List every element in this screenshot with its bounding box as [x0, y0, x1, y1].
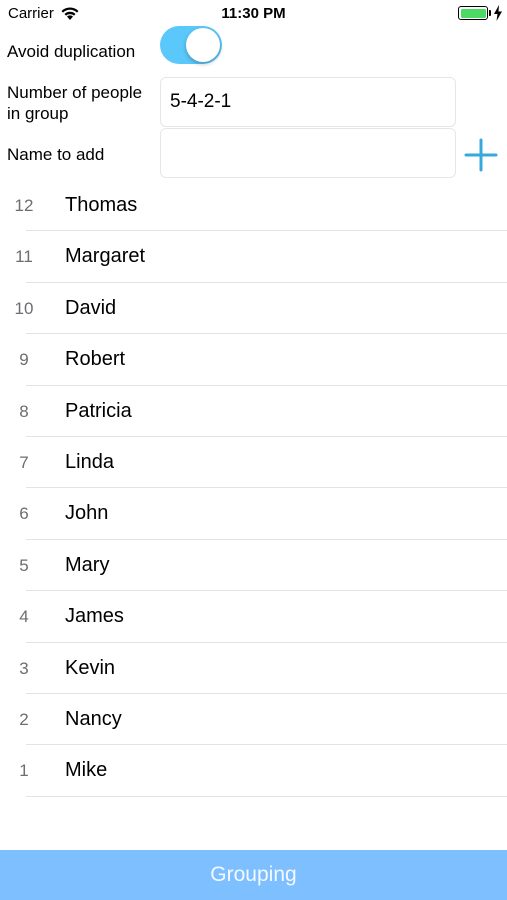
- charging-bolt-icon: [494, 5, 502, 21]
- group-size-input[interactable]: [160, 77, 456, 127]
- people-list: 12 Thomas 11 Margaret 10 David 9 Robert …: [0, 180, 507, 797]
- row-number: 2: [19, 709, 29, 729]
- list-item[interactable]: 3 Kevin: [0, 643, 507, 694]
- list-item[interactable]: 12 Thomas: [0, 180, 507, 232]
- row-name: John: [65, 502, 109, 525]
- plus-icon[interactable]: [464, 138, 498, 172]
- row-number: 4: [19, 607, 29, 627]
- row-name: Margaret: [65, 245, 146, 268]
- row-number: 11: [15, 247, 33, 267]
- grouping-button[interactable]: Grouping: [0, 850, 507, 900]
- row-name: David: [65, 296, 117, 319]
- group-size-label-line2: in group: [7, 104, 69, 123]
- list-item[interactable]: 6 John: [0, 488, 507, 540]
- row-name: Mary: [65, 553, 110, 576]
- list-item[interactable]: 4 James: [0, 591, 507, 643]
- row-number: 12: [14, 196, 34, 215]
- toggle-knob: [186, 28, 220, 62]
- list-item[interactable]: 9 Robert: [0, 334, 507, 386]
- row-number: 5: [19, 555, 29, 575]
- name-to-add-label: Name to add: [7, 145, 105, 164]
- battery-icon: [458, 6, 488, 20]
- battery-tip: [489, 10, 491, 16]
- group-size-label: Number of people in group: [7, 82, 142, 124]
- row-name: Patricia: [65, 399, 132, 422]
- list-item[interactable]: 7 Linda: [0, 437, 507, 489]
- row-number: 10: [14, 298, 34, 318]
- row-number: 9: [19, 350, 29, 370]
- list-item[interactable]: 10 David: [0, 283, 507, 335]
- row-name: Kevin: [65, 656, 116, 679]
- row-name: Nancy: [65, 707, 122, 730]
- group-size-label-line1: Number of people: [7, 83, 143, 102]
- list-item[interactable]: 2 Nancy: [0, 694, 507, 746]
- avoid-duplication-toggle[interactable]: [160, 26, 222, 64]
- list-item[interactable]: 11 Margaret: [0, 231, 507, 283]
- status-time: 11:30 PM: [221, 5, 286, 22]
- row-number: 6: [19, 504, 29, 524]
- row-number: 3: [19, 658, 29, 678]
- row-name: Thomas: [65, 194, 138, 216]
- status-bar: Carrier 11:30 PM: [0, 0, 507, 28]
- list-item[interactable]: 1 Mike: [0, 745, 507, 797]
- battery-level: [460, 8, 486, 18]
- row-number: 8: [19, 401, 29, 421]
- row-number: 1: [19, 761, 29, 781]
- row-name: Linda: [65, 450, 114, 473]
- list-item[interactable]: 8 Patricia: [0, 386, 507, 437]
- row-number: 7: [19, 452, 29, 472]
- avoid-duplication-label: Avoid duplication: [7, 42, 136, 61]
- list-item[interactable]: 5 Mary: [0, 540, 507, 592]
- row-name: James: [65, 605, 124, 628]
- row-separator: [26, 795, 507, 797]
- row-name: Robert: [65, 348, 126, 371]
- row-name: Mike: [65, 759, 108, 782]
- name-to-add-input[interactable]: [160, 128, 456, 178]
